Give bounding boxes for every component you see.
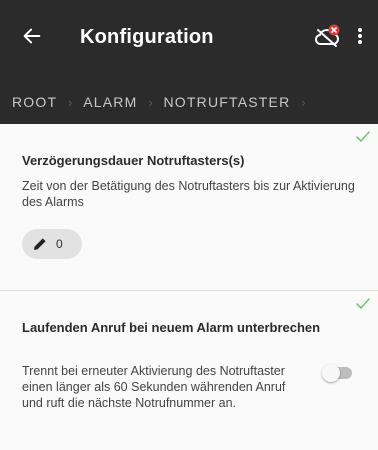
breadcrumb-separator: › [68,94,73,110]
value-edit-button[interactable]: 0 [22,229,82,259]
breadcrumb-separator: › [148,94,153,110]
more-options-icon[interactable] [352,24,368,48]
back-arrow-icon[interactable] [18,22,46,50]
setting-title: Verzögerungsdauer Notruftasters(s) [22,153,245,168]
setting-description: Zeit von der Betätigung des Notruftaster… [22,179,355,209]
app-bar: Konfiguration [0,0,378,80]
breadcrumb-fade [0,80,8,124]
check-icon [356,297,370,309]
breadcrumb-separator: › [301,94,306,110]
setting-description: Trennt bei erneuter Aktivierung des Notr… [22,364,286,410]
check-icon [356,130,370,142]
setting-title: Laufenden Anruf bei neuem Alarm unterbre… [22,320,321,335]
setting-card-delay: Verzögerungsdauer Notruftasters(s) Zeit … [0,124,378,291]
interrupt-call-toggle[interactable] [322,363,354,383]
breadcrumb-item-alarm[interactable]: ALARM [83,94,137,110]
breadcrumb-item-notruftaster[interactable]: NOTRUFTASTER [163,94,290,110]
breadcrumb-item-root[interactable]: ROOT [12,94,57,110]
setting-value: 0 [56,237,63,251]
pencil-icon [32,236,48,252]
setting-card-interrupt-call: Laufenden Anruf bei neuem Alarm unterbre… [0,291,378,450]
cloud-offline-icon[interactable] [314,24,342,48]
breadcrumb: ROOT › ALARM › NOTRUFTASTER › [0,80,378,124]
page-title: Konfiguration [80,26,214,48]
toggle-thumb [322,364,340,382]
